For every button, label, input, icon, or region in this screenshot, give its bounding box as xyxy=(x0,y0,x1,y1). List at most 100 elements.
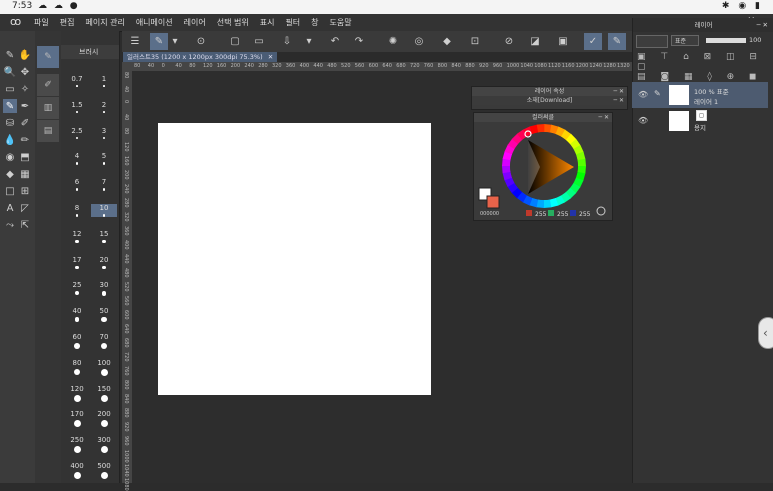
brush-size-option[interactable]: 50 xyxy=(91,307,117,323)
layer-color-dropdown[interactable] xyxy=(636,35,668,48)
material-close-icon[interactable]: ─ ✕ xyxy=(613,96,624,105)
menu-view[interactable]: 표시 xyxy=(260,17,275,28)
brush-size-option[interactable]: 25 xyxy=(64,281,90,296)
fill-bucket-icon[interactable]: ⛁ xyxy=(3,116,17,130)
brush-size-option[interactable]: 6 xyxy=(64,178,90,191)
brush-size-option[interactable]: 120 xyxy=(64,385,90,402)
pen-tool-icon[interactable]: ✎ xyxy=(3,48,17,62)
view-icon[interactable]: ⊙ xyxy=(192,33,210,50)
undo-icon[interactable]: ↶ xyxy=(326,33,344,50)
opacity-value[interactable]: 100 xyxy=(749,36,761,44)
canvas-paper[interactable] xyxy=(158,123,431,395)
tone-icon[interactable]: ◪ xyxy=(526,33,544,50)
save-dropdown-icon[interactable]: ▾ xyxy=(300,33,318,50)
blend-icon[interactable]: ◉ xyxy=(3,150,17,164)
move-tool-icon[interactable]: ✥ xyxy=(18,65,32,79)
sub-color-swatch[interactable] xyxy=(486,195,500,209)
magic-wand-icon[interactable]: ✧ xyxy=(18,82,32,96)
menu-help[interactable]: 도움말 xyxy=(330,17,352,28)
color-green-value[interactable]: 255 xyxy=(557,211,568,218)
brush-size-option[interactable]: 10 xyxy=(91,204,117,217)
zoom-tool-icon[interactable]: 🔍 xyxy=(3,65,17,79)
brush-size-option[interactable]: 170 xyxy=(64,410,90,428)
brush-size-option[interactable]: 7 xyxy=(91,178,117,191)
brush-size-option[interactable]: 3 xyxy=(91,127,117,139)
brush-size-option[interactable]: 30 xyxy=(91,281,117,296)
brush-size-option[interactable]: 300 xyxy=(91,436,117,454)
layer-panel-close-icon[interactable]: ─ ✕ xyxy=(757,18,768,32)
menu-icon[interactable]: ☰ xyxy=(126,33,144,50)
brush-size-option[interactable]: 1 xyxy=(91,75,117,87)
text-tool-icon[interactable]: A xyxy=(3,201,17,215)
brush-size-option[interactable]: 80 xyxy=(64,359,90,376)
layer-property-close-icon[interactable]: ─ ✕ xyxy=(613,87,624,96)
menu-window[interactable]: 창 xyxy=(311,17,318,28)
brush-size-option[interactable]: 2 xyxy=(91,101,117,113)
ruler-icon[interactable]: ⊞ xyxy=(18,184,32,198)
document-tab[interactable]: 일러스트35 (1200 x 1200px 300dpi 75.3%) ✕ xyxy=(123,52,278,62)
settings-icon[interactable]: ✺ xyxy=(384,33,402,50)
gradient-icon[interactable]: ▦ xyxy=(18,167,32,181)
brush-size-option[interactable]: 200 xyxy=(91,410,117,428)
brush-size-option[interactable]: 4 xyxy=(64,152,90,165)
paint-bucket-icon[interactable]: ◆ xyxy=(3,167,17,181)
marker-icon[interactable]: ✏ xyxy=(18,133,32,147)
app-logo-icon[interactable]: ꝏ xyxy=(10,15,21,28)
brush-size-option[interactable]: 15 xyxy=(91,230,117,244)
brush-size-option[interactable]: 40 xyxy=(64,307,90,322)
new-file-icon[interactable]: ▢ xyxy=(226,33,244,50)
paper-visibility-icon[interactable]: 👁 xyxy=(638,116,648,125)
fill-icon[interactable]: ◆ xyxy=(438,33,456,50)
redo-icon[interactable]: ↷ xyxy=(350,33,368,50)
airbrush-icon[interactable]: ✐ xyxy=(18,116,32,130)
brush-size-option[interactable]: 1.5 xyxy=(64,101,90,113)
layer-visibility-icon[interactable]: 👁 xyxy=(638,90,648,99)
dropdown-icon[interactable]: ▾ xyxy=(166,33,184,50)
color-wheel[interactable] xyxy=(474,122,612,220)
menu-filter[interactable]: 필터 xyxy=(285,17,300,28)
brush-size-option[interactable]: 70 xyxy=(91,333,117,350)
color-settings-icon[interactable] xyxy=(596,206,606,216)
brush-size-option[interactable]: 60 xyxy=(64,333,90,349)
subtool-brush-tile[interactable]: ✎ xyxy=(37,46,59,68)
brush-size-option[interactable]: 5 xyxy=(91,152,117,165)
color-panel-close-icon[interactable]: ─ ✕ xyxy=(598,113,609,122)
brush-size-option[interactable]: 17 xyxy=(64,256,90,270)
brush-size-option[interactable]: 100 xyxy=(91,359,117,376)
pen-check-icon[interactable]: ✓ xyxy=(584,33,602,50)
subtool-blend-tile[interactable]: ▤ xyxy=(37,120,59,142)
save-icon[interactable]: ⇩ xyxy=(278,33,296,50)
brush-size-option[interactable]: 2.5 xyxy=(64,127,90,139)
menu-edit[interactable]: 편집 xyxy=(60,17,75,28)
clear-icon[interactable]: ◎ xyxy=(410,33,428,50)
brush-size-option[interactable]: 250 xyxy=(64,436,90,454)
selection-tool-icon[interactable]: ▭ xyxy=(3,82,17,96)
pen-sub-icon[interactable]: ✎ xyxy=(608,33,626,50)
layer-edit-icon[interactable]: ✎ xyxy=(654,89,661,98)
ink-drop-icon[interactable]: 💧 xyxy=(3,133,17,147)
brush-size-option[interactable]: 8 xyxy=(64,204,90,217)
menu-animation[interactable]: 애니메이션 xyxy=(136,17,173,28)
layer-toolbar[interactable]: ▣ ⊤ ⌂ ⊠ ◫ ⊟ ▢▤ ◙ ▦ ◊ ⊕ ◼ ⊗ xyxy=(637,52,771,92)
brush-tool-icon[interactable]: ✎ xyxy=(3,99,17,113)
no-select-icon[interactable]: ⊘ xyxy=(500,33,518,50)
balloon-icon[interactable]: ◸ xyxy=(18,201,32,215)
opacity-slider[interactable] xyxy=(706,38,746,43)
frame-icon[interactable]: □ xyxy=(3,184,17,198)
document-tab-close-icon[interactable]: ✕ xyxy=(268,53,273,61)
layer-icon[interactable]: ▣ xyxy=(554,33,572,50)
crop-icon[interactable]: ⊡ xyxy=(466,33,484,50)
open-folder-icon[interactable]: ▭ xyxy=(250,33,268,50)
menu-file[interactable]: 파일 xyxy=(34,17,49,28)
brush-size-option[interactable]: 20 xyxy=(91,256,117,270)
brush-size-option[interactable]: 150 xyxy=(91,385,117,402)
subtool-marker-tile[interactable]: ▥ xyxy=(37,97,59,119)
subtool-pencil-tile[interactable]: ✐ xyxy=(37,74,59,96)
menu-page[interactable]: 페이지 관리 xyxy=(85,17,124,28)
brush-size-option[interactable]: 500 xyxy=(91,462,117,479)
brush-size-option[interactable]: 0.7 xyxy=(64,75,90,87)
brush-size-option[interactable]: 400 xyxy=(64,462,90,479)
color-red-value[interactable]: 255 xyxy=(535,211,546,218)
blend-mode-dropdown[interactable]: 표준 xyxy=(671,35,699,46)
brush-size-option[interactable]: 12 xyxy=(64,230,90,243)
